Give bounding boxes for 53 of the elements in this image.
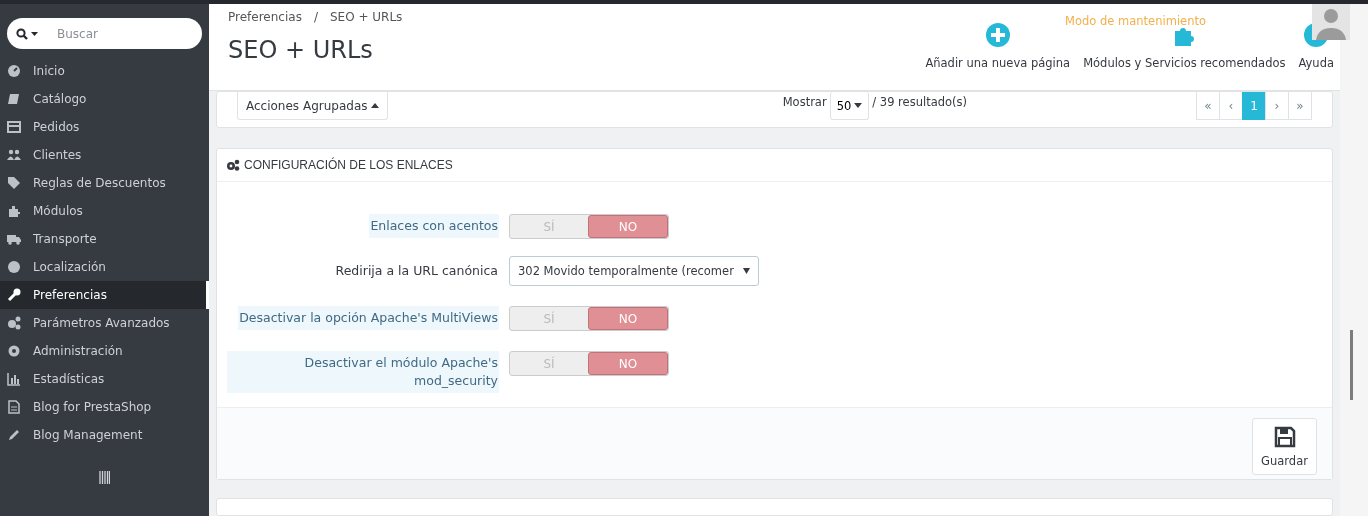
pagination-button[interactable]: » [1288,92,1312,121]
collapse-icon[interactable] [99,471,110,484]
field-label: Enlaces con acentos [369,214,499,239]
breadcrumb-separator: / [313,10,318,24]
users-icon [7,148,21,162]
pencil-icon [7,428,21,442]
sidebar-item[interactable]: Parámetros Avanzados [0,309,209,337]
sidebar-item[interactable]: Clientes [0,141,209,169]
sidebar-item[interactable]: Catálogo [0,85,209,113]
field-label: Desactivar la opción Apache's MultiViews [238,306,499,331]
field-label: Desactivar el módulo Apache's mod_security [227,351,499,394]
pagination-button[interactable]: « [1196,92,1220,121]
panel-title: CONFIGURACIÓN DE LOS ENLACES [244,158,453,173]
breadcrumb-link[interactable]: Preferencias [228,10,302,24]
per-page-dropdown[interactable]: 50 [829,92,870,121]
sidebar-item[interactable]: Blog Management [0,421,209,449]
gears-icon [226,159,240,172]
bar-chart-icon [7,372,21,386]
sidebar-item[interactable]: Reglas de Descuentos [0,169,209,197]
sidebar-item[interactable]: Administración [0,337,209,365]
sidebar-item[interactable]: Blog for PrestaShop [0,393,209,421]
sidebar-item[interactable]: Localización [0,253,209,281]
save-button[interactable]: Guardar [1252,418,1317,476]
sidebar-item[interactable]: Estadísticas [0,365,209,393]
page-title: SEO + URLs [228,36,374,64]
tag-icon [7,176,21,190]
results-count: / 39 resultado(s) [872,95,967,110]
wrench-icon [7,288,21,302]
plus-circle-icon [984,22,1011,48]
redirect-select[interactable]: 302 Movido temporalmente (recomer [509,256,759,287]
dashboard-icon [7,64,21,78]
field-label: Redirija a la URL canónica [334,262,499,281]
card-icon [7,120,21,134]
caret-icon [371,103,380,109]
show-label: Mostrar [782,95,827,110]
truck-icon [7,232,21,246]
caret-icon [743,268,750,275]
document-icon [7,400,21,414]
bulk-actions-button[interactable]: Acciones Agrupadas [237,92,389,121]
sidebar-item[interactable]: Pedidos [0,113,209,141]
scrollbar[interactable] [1340,4,1368,516]
sidebar-item[interactable]: Preferencias [0,281,209,309]
sidebar-item[interactable]: Inicio [0,57,209,85]
puzzle-icon [7,204,21,218]
caret-icon [854,103,863,109]
search-field[interactable]: Buscar [7,18,202,49]
gear-icon [7,344,21,358]
breadcrumb-current: SEO + URLs [329,10,403,24]
sidebar-item[interactable]: Módulos [0,197,209,225]
pagination-button[interactable]: › [1265,92,1289,121]
gears-icon [7,316,21,330]
sidebar-item[interactable]: Transporte [0,225,209,253]
search-icon[interactable] [16,28,40,40]
